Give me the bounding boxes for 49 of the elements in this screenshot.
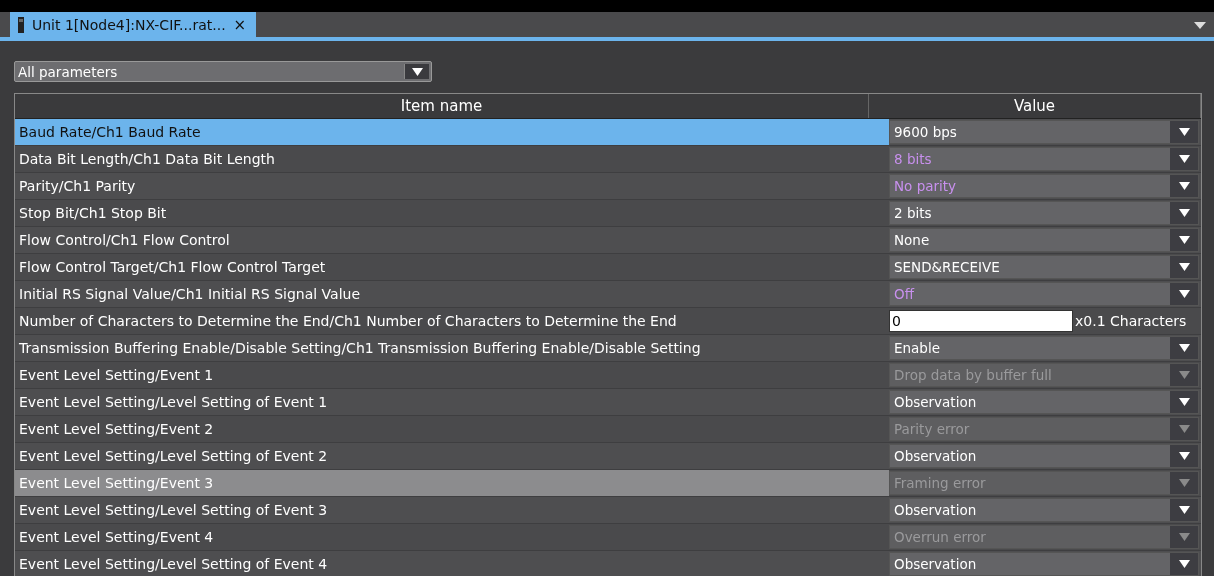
tab-title: Unit 1[Node4]:NX-CIF...rat... [32,16,226,33]
caret-icon [1178,425,1190,433]
item-name[interactable]: Initial RS Signal Value/Ch1 Initial RS Signal Value [15,281,889,307]
value-dropdown[interactable]: Enable [889,336,1199,360]
item-name[interactable]: Event Level Setting/Level Setting of Event 3 [15,497,889,523]
caret-icon [1178,398,1190,406]
caret-icon [411,67,423,76]
value-dropdown[interactable]: Observation [889,444,1199,468]
document-tab[interactable]: Unit 1[Node4]:NX-CIF...rat... × [10,12,257,37]
value-dropdown[interactable]: Observation [889,552,1199,576]
item-name[interactable]: Parity/Ch1 Parity [15,173,889,199]
filter-dropdown[interactable]: All parameters [14,61,432,82]
value-dropdown[interactable]: Observation [889,390,1199,414]
close-icon[interactable]: × [233,15,247,34]
item-name[interactable]: Number of Characters to Determine the End/Ch1 Number of Characters to Determine the End [15,308,889,334]
caret-icon [1178,560,1190,568]
item-name[interactable]: Data Bit Length/Ch1 Data Bit Length [15,146,889,172]
value-field[interactable]: 0 [889,310,1073,332]
caret-icon [1178,155,1190,163]
column-header[interactable]: Value [869,94,1201,118]
caret-icon [1178,128,1190,136]
caret-icon [1178,479,1190,487]
caret-icon [1178,209,1190,217]
value-dropdown[interactable]: SEND&RECEIVE [889,255,1199,279]
caret-icon [1178,182,1190,190]
item-name[interactable]: Transmission Buffering Enable/Disable Setting/Ch1 Transmission Buffering Enable/Disable Setting [15,335,889,361]
value-dropdown[interactable]: Observation [889,498,1199,522]
item-name[interactable]: Stop Bit/Ch1 Stop Bit [15,200,889,226]
value-dropdown[interactable]: 2 bits [889,201,1199,225]
caret-icon [1178,344,1190,352]
caret-icon [1178,236,1190,244]
column-header[interactable]: Item name [15,94,869,118]
item-name[interactable]: Baud Rate/Ch1 Baud Rate [15,119,889,145]
item-name[interactable]: Flow Control Target/Ch1 Flow Control Target [15,254,889,280]
caret-icon [1178,371,1190,379]
caret-icon [1178,533,1190,541]
caret-icon [1178,506,1190,514]
item-name[interactable]: Event Level Setting/Level Setting of Event 1 [15,389,889,415]
value-dropdown[interactable]: 9600 bps [889,120,1199,144]
value-dropdown[interactable]: None [889,228,1199,252]
item-name[interactable]: Event Level Setting/Level Setting of Event 2 [15,443,889,469]
device-icon [18,16,24,33]
item-name[interactable]: Flow Control/Ch1 Flow Control [15,227,889,253]
caret-icon[interactable] [1194,22,1206,29]
unit-label: x0.1 Characters [1074,313,1187,329]
caret-icon [1178,452,1190,460]
caret-icon [1178,263,1190,271]
item-name[interactable]: Event Level Setting/Level Setting of Event 4 [15,551,889,576]
caret-icon [1178,290,1190,298]
